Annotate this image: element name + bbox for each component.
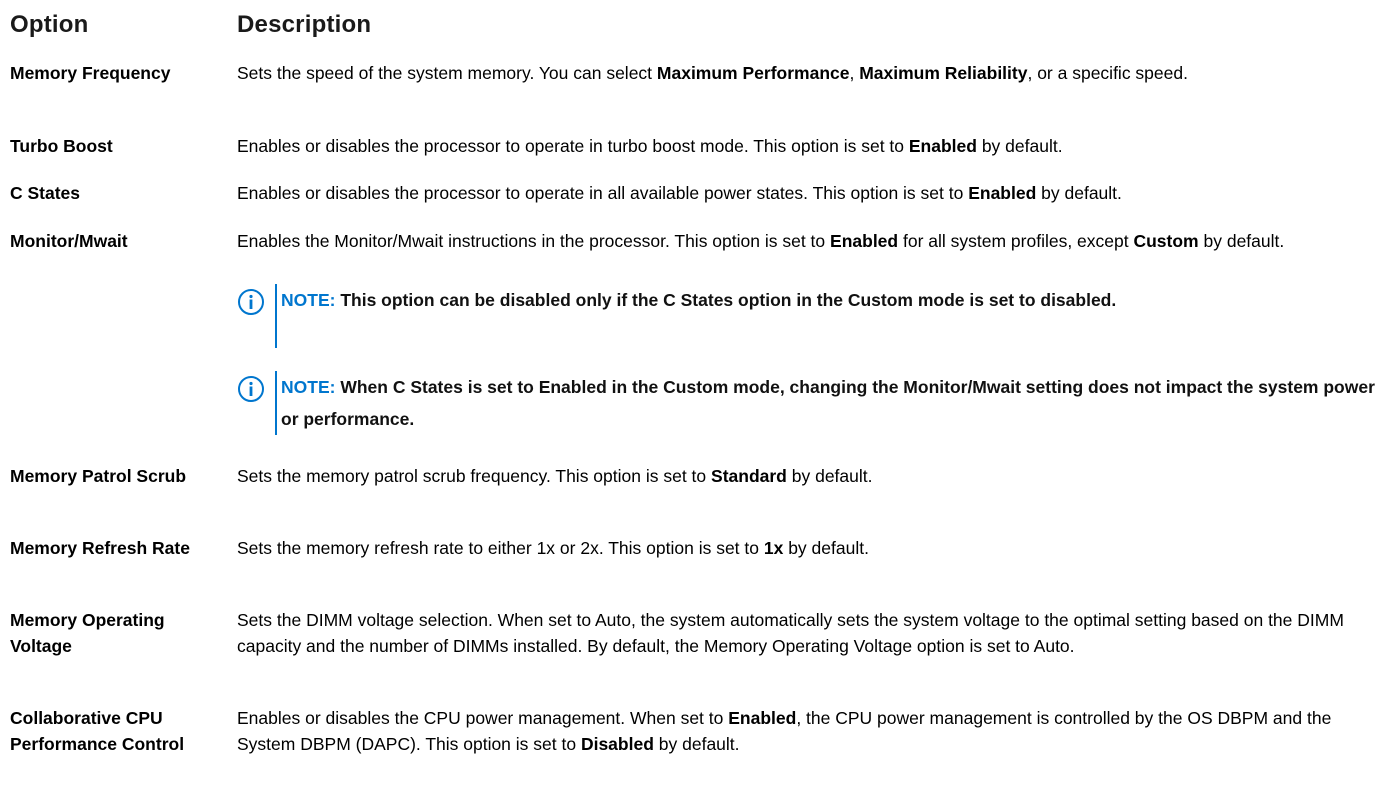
bold-value: Maximum Performance [656, 63, 850, 83]
text-segment: by default. [976, 136, 1063, 156]
note-1-accent-bar [275, 284, 277, 348]
note-1-text: NOTE: This option can be disabled only i… [281, 284, 1386, 316]
info-circle-icon [238, 376, 264, 402]
option-collaborative-cpu-performance-control: Collaborative CPU Performance Control [10, 708, 185, 754]
text-segment: by default. [653, 734, 740, 754]
desc-memory-frequency: Sets the speed of the system memory. You… [237, 60, 1347, 86]
option-memory-frequency: Memory Frequency [10, 63, 171, 83]
text-segment: , [849, 63, 860, 83]
text-segment: by default. [786, 466, 873, 486]
text-segment: Enables or disables the processor to ope… [237, 136, 909, 156]
bold-value: Enabled [728, 708, 797, 728]
bold-value: Standard [711, 466, 787, 486]
bold-value: Enabled [830, 231, 899, 251]
option-memory-operating-voltage: Memory Operating Voltage [10, 610, 165, 656]
text-segment: by default. [783, 538, 869, 558]
desc-memory-patrol-scrub: Sets the memory patrol scrub frequency. … [237, 463, 1387, 489]
option-memory-refresh-rate: Memory Refresh Rate [10, 538, 190, 558]
option-c-states: C States [10, 183, 81, 203]
bold-value: Enabled [908, 136, 977, 156]
desc-c-states: Enables or disables the processor to ope… [237, 180, 1387, 206]
note-1: NOTE: This option can be disabled only i… [237, 284, 1387, 348]
note-2-text: NOTE: When C States is set to Enabled in… [281, 371, 1386, 435]
text-segment: for all system profiles, except [898, 231, 1134, 251]
note-1-body: This option can be disabled only if the … [340, 290, 1117, 310]
bold-value: Maximum Reliability [859, 63, 1028, 83]
text-segment: , or a specific speed. [1027, 63, 1188, 83]
text-segment: Enables or disables the processor to ope… [237, 183, 969, 203]
bold-value: 1x [763, 538, 784, 558]
bold-value: Disabled [580, 734, 654, 754]
text-segment: by default. [1036, 183, 1122, 203]
bold-value: Enabled [968, 183, 1037, 203]
desc-memory-operating-voltage: Sets the DIMM voltage selection. When se… [237, 607, 1347, 659]
desc-monitor-mwait: Enables the Monitor/Mwait instructions i… [237, 228, 1337, 254]
text-segment: Sets the DIMM voltage selection. When se… [237, 610, 1344, 656]
header-description: Description [237, 11, 372, 38]
header-option: Option [10, 11, 89, 38]
text-segment: Sets the memory refresh rate to either 1… [237, 538, 764, 558]
desc-turbo-boost: Enables or disables the processor to ope… [237, 133, 1387, 159]
text-segment: Enables or disables the CPU power manage… [237, 708, 729, 728]
text-segment: by default. [1198, 231, 1285, 251]
info-circle-icon [238, 289, 264, 315]
text-segment: Sets the memory patrol scrub frequency. … [237, 466, 712, 486]
note-1-label: NOTE: [281, 290, 336, 310]
note-2: NOTE: When C States is set to Enabled in… [237, 371, 1387, 435]
bold-value: Custom [1133, 231, 1199, 251]
text-segment: Enables the Monitor/Mwait instructions i… [237, 231, 831, 251]
note-2-label: NOTE: [281, 377, 336, 397]
option-memory-patrol-scrub: Memory Patrol Scrub [10, 466, 187, 486]
note-2-body: When C States is set to Enabled in the C… [281, 377, 1375, 429]
desc-memory-refresh-rate: Sets the memory refresh rate to either 1… [237, 535, 1387, 561]
option-monitor-mwait: Monitor/Mwait [10, 231, 128, 251]
desc-collaborative-cpu-performance-control: Enables or disables the CPU power manage… [237, 705, 1347, 757]
option-turbo-boost: Turbo Boost [10, 136, 113, 156]
text-segment: Sets the speed of the system memory. You… [237, 63, 657, 83]
note-2-accent-bar [275, 371, 277, 435]
